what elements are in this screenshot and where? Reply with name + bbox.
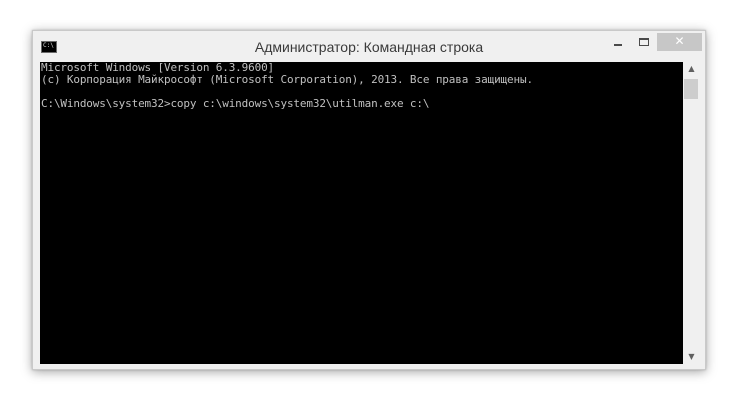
close-icon: ✕ bbox=[674, 34, 685, 48]
close-button[interactable]: ✕ bbox=[657, 33, 702, 51]
console-line-command: C:\Windows\system32>copy c:\windows\syst… bbox=[41, 97, 430, 110]
minimize-button[interactable] bbox=[605, 33, 631, 51]
scroll-thumb[interactable] bbox=[684, 79, 698, 99]
vertical-scrollbar[interactable]: ▲ ▼ bbox=[683, 62, 700, 364]
scroll-up-icon[interactable]: ▲ bbox=[683, 62, 700, 76]
maximize-icon bbox=[639, 38, 649, 46]
maximize-button[interactable] bbox=[631, 33, 657, 51]
console-line-copyright: (c) Корпорация Майкрософт (Microsoft Cor… bbox=[41, 73, 533, 86]
console-output[interactable]: Microsoft Windows [Version 6.3.9600] (c)… bbox=[40, 62, 683, 364]
scroll-down-icon[interactable]: ▼ bbox=[683, 350, 700, 364]
command-prompt-window: C:\ Администратор: Командная строка ✕ Mi… bbox=[32, 30, 706, 370]
minimize-icon bbox=[614, 44, 622, 46]
title-bar[interactable]: C:\ Администратор: Командная строка ✕ bbox=[33, 31, 705, 62]
